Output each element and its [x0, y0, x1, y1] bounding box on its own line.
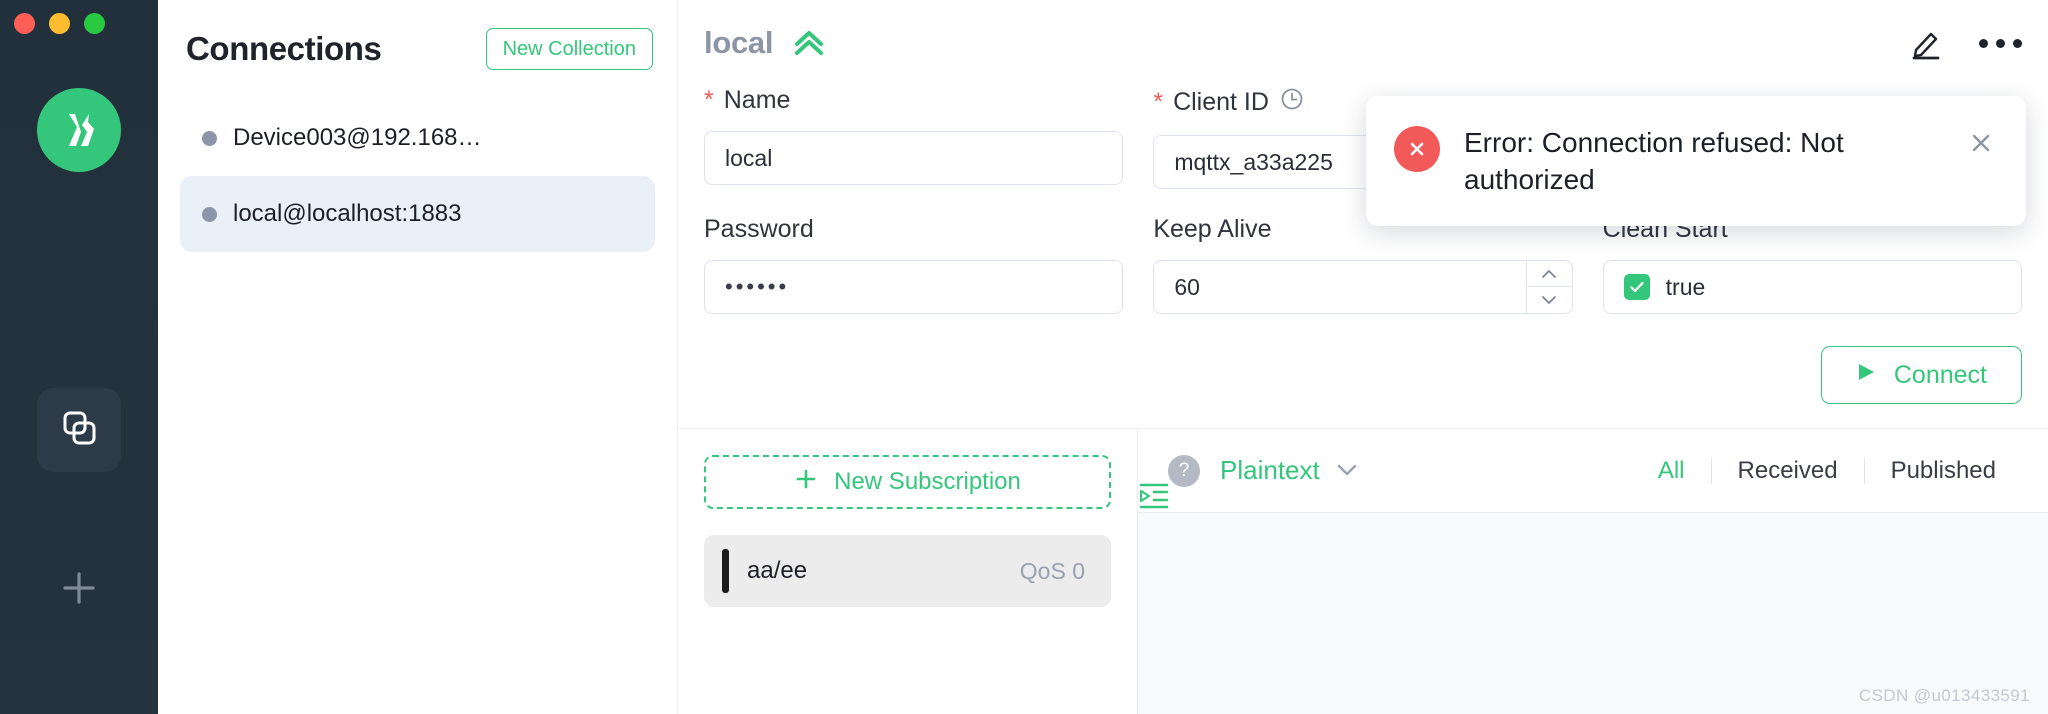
- field-name: * Name local: [704, 86, 1124, 189]
- double-chevron-up-icon[interactable]: [791, 28, 827, 58]
- add-rail-button[interactable]: [37, 548, 121, 632]
- password-masked-value: ••••••: [725, 274, 790, 299]
- maximize-window-button[interactable]: [84, 13, 105, 34]
- connect-button-label: Connect: [1893, 360, 1987, 389]
- close-icon[interactable]: [1966, 128, 1996, 163]
- status-dot-icon: [202, 130, 217, 146]
- bottom-split: New Subscription aa/ee QoS 0 ? Plaintext…: [678, 428, 2048, 714]
- field-password: Password ••••••: [704, 215, 1124, 314]
- messages-toolbar: ? Plaintext All Received Published: [1138, 429, 2048, 513]
- subscriptions-panel: New Subscription aa/ee QoS 0: [678, 429, 1169, 714]
- connections-rail-button[interactable]: [37, 388, 121, 472]
- messages-panel: ? Plaintext All Received Published: [1138, 429, 2048, 714]
- connection-item-device003[interactable]: Device003@192.168…: [180, 100, 655, 176]
- subscription-item[interactable]: aa/ee QoS 0: [704, 535, 1111, 607]
- field-clean-start: Clean Start true: [1602, 215, 2022, 314]
- question-mark-icon[interactable]: ?: [1168, 454, 1200, 487]
- close-window-button[interactable]: [14, 13, 35, 34]
- connections-header: Connections New Collection: [158, 0, 677, 70]
- password-label-text: Password: [704, 215, 814, 243]
- main-area: local * Name local * Client ID mqttx_a33…: [678, 0, 2048, 714]
- new-collection-button[interactable]: New Collection: [485, 28, 653, 70]
- field-keep-alive: Keep Alive 60: [1153, 215, 1573, 314]
- pencil-icon[interactable]: [1907, 24, 1945, 62]
- minimize-window-button[interactable]: [49, 13, 70, 34]
- required-marker: *: [1153, 88, 1164, 116]
- connection-item-label: Device003@192.168…: [233, 124, 482, 151]
- filter-published[interactable]: Published: [1865, 457, 2022, 485]
- left-rail: [0, 0, 158, 714]
- password-input[interactable]: ••••••: [704, 260, 1124, 314]
- connection-item-local[interactable]: local@localhost:1883: [180, 176, 655, 252]
- connect-row: Connect: [678, 318, 2048, 404]
- name-label: * Name: [704, 86, 1123, 115]
- subscription-qos: QoS 0: [1019, 557, 1085, 584]
- header-actions: [1907, 24, 2022, 62]
- connections-title: Connections: [186, 30, 382, 67]
- overlapping-squares-icon: [58, 407, 100, 454]
- keep-alive-label-text: Keep Alive: [1153, 215, 1272, 243]
- clean-start-value: true: [1665, 273, 1706, 300]
- client-id-label-text: Client ID: [1173, 88, 1269, 116]
- messages-list: [1138, 513, 2048, 714]
- required-marker: *: [704, 86, 714, 114]
- subscription-color-bar: [722, 549, 729, 593]
- status-dot-icon: [202, 206, 217, 222]
- clock-icon[interactable]: [1279, 86, 1305, 119]
- keep-alive-decrement-button[interactable]: [1527, 287, 1572, 313]
- keep-alive-increment-button[interactable]: [1526, 261, 1572, 287]
- clean-start-input[interactable]: true: [1602, 260, 2022, 314]
- filter-all[interactable]: All: [1632, 457, 1711, 485]
- keep-alive-value: 60: [1174, 273, 1200, 300]
- subscription-topic: aa/ee: [747, 557, 808, 584]
- plus-icon: [59, 568, 99, 613]
- password-label: Password: [704, 215, 1123, 244]
- name-label-text: Name: [723, 86, 791, 114]
- filter-received[interactable]: Received: [1712, 457, 1864, 485]
- connections-list: Device003@192.168… local@localhost:1883: [158, 100, 677, 252]
- payload-format-label: Plaintext: [1220, 455, 1320, 485]
- mqttx-logo: [37, 88, 121, 172]
- page-title: local: [704, 25, 774, 60]
- window-traffic-lights: [14, 13, 105, 34]
- message-filters: All Received Published: [1632, 457, 2022, 485]
- error-toast: Error: Connection refused: Not authorize…: [1366, 96, 2026, 227]
- form-row-2: Password •••••• Keep Alive 60 Clean Star…: [704, 215, 2022, 314]
- main-header: local: [678, 0, 2048, 86]
- watermark: CSDN @u013433591: [1858, 686, 2030, 705]
- connection-item-label: local@localhost:1883: [233, 200, 462, 227]
- connections-panel: Connections New Collection Device003@192…: [158, 0, 678, 714]
- payload-format-dropdown[interactable]: Plaintext: [1220, 455, 1360, 486]
- connect-button[interactable]: Connect: [1820, 346, 2022, 404]
- name-input[interactable]: local: [704, 131, 1124, 185]
- play-icon: [1856, 361, 1876, 390]
- plus-icon: [794, 467, 818, 498]
- ellipsis-icon[interactable]: [1979, 38, 2022, 48]
- chevron-down-icon: [1334, 455, 1360, 486]
- new-subscription-label: New Subscription: [834, 468, 1021, 495]
- new-subscription-button[interactable]: New Subscription: [704, 455, 1111, 509]
- keep-alive-stepper: [1525, 261, 1572, 313]
- error-toast-message: Error: Connection refused: Not authorize…: [1464, 127, 1844, 196]
- error-circle-icon: [1394, 126, 1440, 172]
- clean-start-checkbox[interactable]: [1623, 274, 1650, 300]
- mqttx-window: Connections New Collection Device003@192…: [0, 0, 2048, 714]
- keep-alive-input[interactable]: 60: [1153, 260, 1573, 314]
